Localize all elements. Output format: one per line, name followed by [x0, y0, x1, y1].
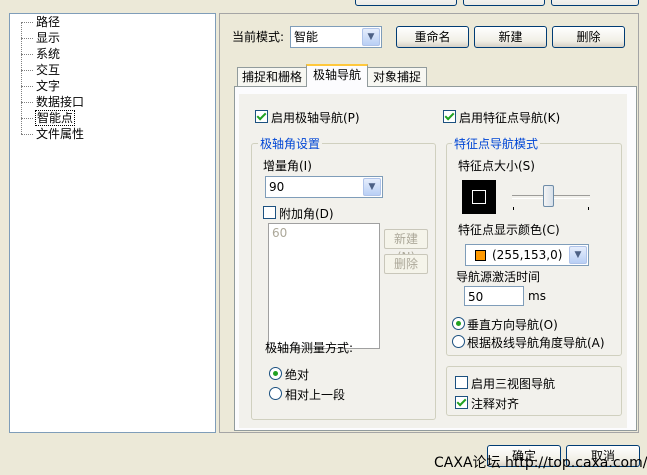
increment-angle-select[interactable]: 90 ▼ [265, 176, 383, 198]
tree-item-label: 显示 [36, 31, 61, 45]
mode-select-value: 智能 [294, 30, 319, 44]
chevron-down-icon[interactable]: ▼ [362, 28, 380, 46]
chevron-down-icon[interactable]: ▼ [569, 246, 587, 264]
vertical-nav-label: 垂直方向导航(O) [467, 318, 558, 332]
additional-angle-checkbox[interactable] [263, 206, 276, 219]
color-swatch [475, 250, 486, 261]
tree-item-label: 智能点 [35, 110, 76, 126]
top-button-1[interactable] [355, 0, 457, 6]
top-button-3[interactable] [551, 0, 639, 6]
three-view-label: 启用三视图导航 [471, 377, 556, 391]
activation-time-input[interactable]: 50 [464, 286, 524, 306]
three-view-checkbox[interactable] [455, 376, 468, 389]
tree-connector [21, 38, 33, 39]
measure-method-label: 极轴角测量方式: [265, 341, 354, 355]
tree-item-label: 数据接口 [36, 95, 85, 109]
new-angle-button[interactable]: 新建(N) [384, 229, 428, 264]
delete-angle-button[interactable]: 删除 [384, 254, 428, 274]
tree-item-label: 系统 [36, 47, 61, 61]
tree-connector [21, 102, 33, 103]
feature-point-group-title: 特征点导航模式 [452, 135, 541, 152]
enable-polar-checkbox[interactable] [255, 110, 268, 123]
enable-feature-checkbox[interactable] [443, 110, 456, 123]
chevron-down-icon[interactable]: ▼ [363, 178, 381, 196]
annotation-align-checkbox[interactable] [455, 396, 468, 409]
measure-absolute-radio[interactable] [269, 367, 282, 380]
enable-polar-label: 启用极轴导航(P) [271, 111, 360, 125]
polar-angle-group-title: 极轴角设置 [258, 135, 323, 152]
tab-object-snap[interactable]: 对象捕捉 [367, 67, 427, 86]
tree-connector [21, 118, 33, 119]
tree-item-label: 文字 [36, 79, 61, 93]
feature-size-preview [462, 180, 496, 214]
tree-connector [21, 22, 33, 23]
delete-mode-button[interactable]: 删除 [552, 26, 625, 48]
rename-button[interactable]: 重命名 [396, 26, 469, 48]
tree-connector [21, 70, 33, 71]
top-button-2[interactable] [463, 0, 545, 6]
activation-time-unit: ms [528, 289, 546, 303]
tree-connector [21, 54, 33, 55]
polar-line-nav-radio[interactable] [452, 335, 465, 348]
increment-angle-label: 增量角(I) [263, 159, 312, 173]
feature-color-select[interactable]: (255,153,0) ▼ [465, 244, 589, 266]
tree-connector [21, 86, 33, 87]
feature-size-slider-thumb[interactable] [543, 185, 554, 207]
additional-angle-list[interactable]: 60 [268, 223, 380, 349]
vertical-nav-radio[interactable] [452, 317, 465, 330]
tree-item-label: 交互 [36, 63, 61, 77]
new-mode-button[interactable]: 新建 [474, 26, 547, 48]
measure-relative-radio[interactable] [269, 387, 282, 400]
feature-size-label: 特征点大小(S) [458, 159, 535, 173]
increment-angle-value: 90 [269, 180, 285, 194]
feature-size-slider-ticks [511, 207, 591, 210]
list-item[interactable]: 60 [272, 226, 287, 240]
tree-item-label: 路径 [36, 15, 61, 29]
tree-connector [21, 134, 33, 135]
slider-tick [588, 207, 589, 210]
polar-line-nav-label: 根据极线导航角度导航(A) [467, 336, 605, 350]
mode-select[interactable]: 智能 ▼ [290, 26, 382, 48]
measure-absolute-label: 绝对 [285, 368, 310, 382]
current-mode-label: 当前模式: [232, 30, 285, 44]
tab-snap-grid[interactable]: 捕捉和栅格 [237, 67, 307, 86]
feature-color-label: 特征点显示颜色(C) [458, 223, 560, 237]
enable-feature-label: 启用特征点导航(K) [459, 111, 561, 125]
tree-item-label: 文件属性 [36, 127, 85, 141]
activation-time-label: 导航源激活时间 [456, 270, 541, 284]
additional-angle-label: 附加角(D) [279, 207, 334, 221]
watermark-text: CAXA论坛 http://top.caxa.com/ [434, 455, 647, 471]
tab-polar-navigation[interactable]: 极轴导航 [306, 64, 368, 87]
slider-tick [513, 207, 514, 210]
feature-marker-icon [472, 190, 486, 204]
measure-relative-label: 相对上一段 [285, 388, 346, 402]
annotation-align-label: 注释对齐 [471, 397, 520, 411]
feature-color-value: (255,153,0) [492, 248, 563, 262]
options-tree[interactable]: 路径 显示 系统 交互 文字 数据接口 智能点 文件属性 [9, 13, 216, 433]
